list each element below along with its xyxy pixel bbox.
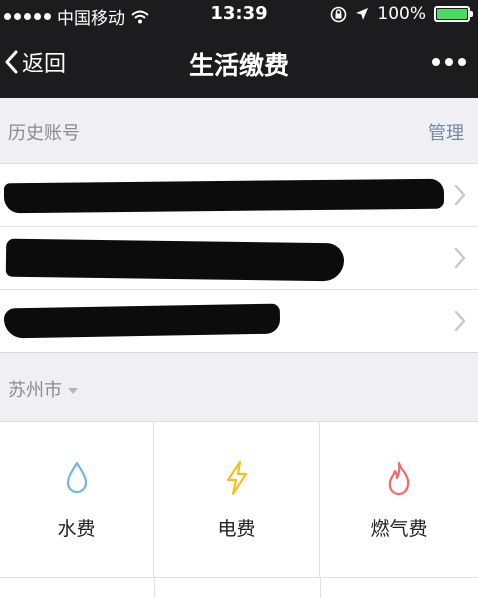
- service-label: 水费: [57, 518, 96, 540]
- nav-bar: 返回 生活缴费: [0, 30, 478, 98]
- account-list: [0, 164, 478, 353]
- grid-divider: [154, 578, 155, 598]
- caret-down-icon: [68, 387, 78, 394]
- service-electricity[interactable]: 电费: [154, 422, 320, 578]
- city-label: 苏州市: [8, 380, 62, 401]
- location-arrow-icon: [356, 8, 369, 20]
- history-section-header: 历史账号 管理: [0, 98, 478, 164]
- chevron-right-icon: [454, 310, 466, 332]
- city-section-header: 苏州市: [0, 354, 478, 422]
- service-label: 电费: [217, 518, 256, 540]
- water-drop-icon: [66, 461, 87, 494]
- history-label: 历史账号: [8, 123, 80, 144]
- service-label: 燃气费: [370, 518, 428, 540]
- account-row[interactable]: [0, 164, 478, 227]
- grid-divider: [320, 578, 321, 598]
- rotation-lock-icon: [331, 6, 347, 22]
- battery-percent: 100%: [377, 4, 426, 24]
- service-grid-row-2: [0, 578, 478, 598]
- service-water[interactable]: 水费: [0, 422, 154, 578]
- service-gas[interactable]: 燃气费: [320, 422, 478, 578]
- lightning-icon: [226, 460, 247, 496]
- chevron-right-icon: [454, 184, 466, 206]
- manage-button[interactable]: 管理: [428, 119, 464, 145]
- flame-icon: [388, 461, 410, 496]
- status-bar: 中国移动 13:39 100%: [0, 0, 478, 30]
- redacted-account-number: [4, 178, 444, 214]
- battery-icon: [434, 6, 473, 22]
- city-selector[interactable]: 苏州市: [8, 376, 78, 402]
- redacted-account-number: [5, 238, 345, 282]
- chevron-right-icon: [454, 247, 466, 269]
- account-row[interactable]: [0, 290, 478, 353]
- page-title: 生活缴费: [188, 51, 289, 80]
- redacted-account-number: [3, 303, 281, 339]
- more-dots-icon[interactable]: [432, 58, 466, 66]
- account-row[interactable]: [0, 227, 478, 290]
- service-grid: 水费 电费 燃气费: [0, 422, 478, 598]
